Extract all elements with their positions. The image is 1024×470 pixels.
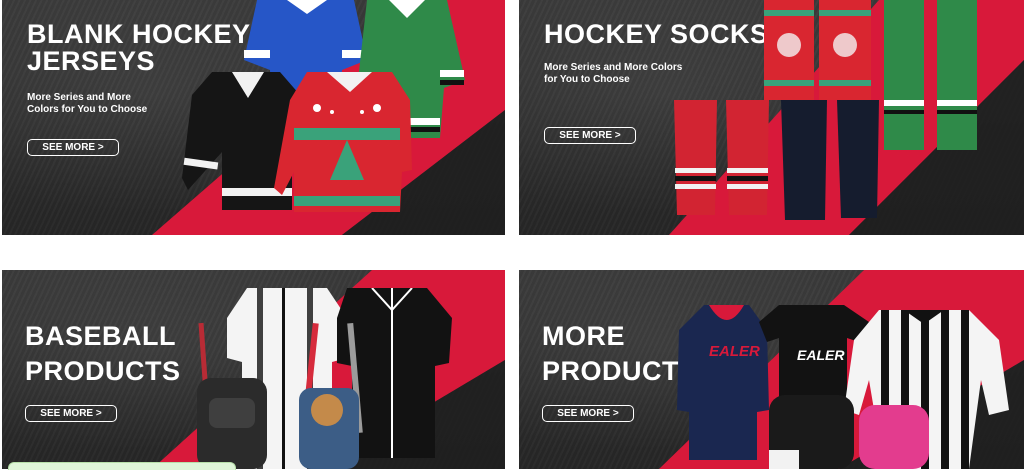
see-more-button[interactable]: SEE MORE > bbox=[25, 405, 117, 422]
tshirt-brand-print: EALER bbox=[797, 347, 845, 363]
navy-hoodie-image: EALER bbox=[677, 305, 769, 460]
green-socks-image bbox=[884, 0, 977, 150]
banner-title: BASEBALL PRODUCTS bbox=[25, 321, 181, 386]
banner-subtitle: More Series and More Colors for You to C… bbox=[544, 62, 683, 85]
hockey-jerseys-image bbox=[182, 0, 465, 212]
see-more-button[interactable]: SEE MORE > bbox=[27, 139, 119, 156]
banner-blank-hockey-jerseys[interactable]: BLANK HOCKEY JERSEYS More Series and Mor… bbox=[2, 0, 505, 235]
see-more-button[interactable]: SEE MORE > bbox=[542, 405, 634, 422]
banner-more-products[interactable]: MORE PRODUCTS SEE MORE > EALER EALER bbox=[519, 270, 1024, 469]
more-products-image: EALER EALER bbox=[677, 305, 1009, 469]
banner-hockey-socks[interactable]: HOCKEY SOCKS More Series and More Colors… bbox=[519, 0, 1024, 235]
navy-socks-image bbox=[781, 100, 879, 220]
banner-baseball-products[interactable]: BASEBALL PRODUCTS SEE MORE > bbox=[2, 270, 505, 469]
hoodie-brand-print: EALER bbox=[709, 343, 760, 360]
see-more-button[interactable]: SEE MORE > bbox=[544, 127, 636, 144]
hockey-socks-image bbox=[674, 0, 977, 220]
banner-subtitle: More Series and More Colors for You to C… bbox=[27, 92, 148, 115]
ugly-sweater-socks-image bbox=[764, 0, 871, 100]
red-socks-image bbox=[674, 100, 769, 215]
baseball-products-image bbox=[197, 288, 452, 469]
hockey-bags-image bbox=[769, 395, 929, 469]
red-ugly-sweater-jersey-image bbox=[274, 72, 412, 212]
